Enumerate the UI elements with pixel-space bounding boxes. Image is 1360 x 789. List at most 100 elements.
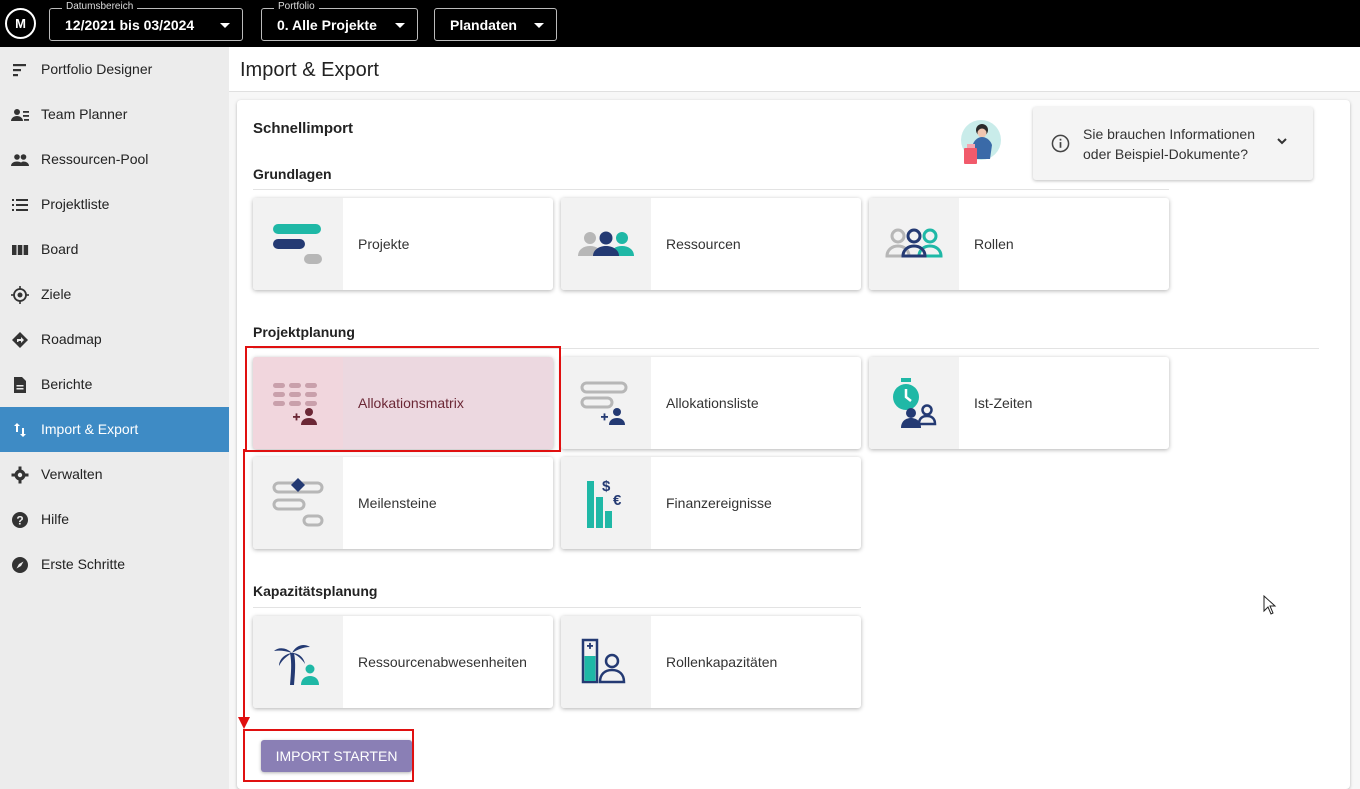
sidebar-item-label: Team Planner — [41, 106, 128, 122]
sidebar-item-berichte[interactable]: Berichte — [0, 362, 229, 407]
absence-icon — [274, 645, 319, 685]
chevron-down-icon — [395, 23, 405, 28]
sidebar-item-label: Import & Export — [41, 421, 139, 437]
import-tile-role-capacity[interactable]: Rollenkapazitäten — [561, 616, 861, 708]
sidebar-item-projektliste[interactable]: Projektliste — [0, 182, 229, 227]
tile-thumbnail — [253, 616, 343, 708]
date-range-value: 12/2021 bis 03/2024 — [65, 17, 195, 33]
document-icon — [14, 377, 26, 393]
info-icon — [1051, 134, 1070, 153]
page-header: Import & Export — [229, 47, 1360, 92]
sidebar-item-ressourcen-pool[interactable]: Ressourcen-Pool — [0, 137, 229, 182]
team-planner-icon — [11, 109, 29, 121]
sidebar-item-label: Erste Schritte — [41, 556, 126, 572]
sidebar-item-board[interactable]: Board — [0, 227, 229, 272]
portfolio-label: Portfolio — [274, 1, 319, 13]
sidebar-item-label: Ziele — [41, 286, 72, 302]
portfolio-dropdown[interactable]: Portfolio 0. Alle Projekte — [261, 1, 418, 41]
app-logo[interactable]: M — [5, 8, 36, 39]
compass-icon — [12, 557, 28, 573]
mouse-cursor-icon — [1263, 595, 1277, 615]
tile-thumbnail — [869, 198, 959, 290]
sidebar-item-ziele[interactable]: Ziele — [0, 272, 229, 317]
sidebar-item-portfolio-designer[interactable]: Portfolio Designer — [0, 47, 229, 92]
tile-thumbnail — [561, 198, 651, 290]
data-mode-value: Plandaten — [450, 17, 517, 33]
info-help-box[interactable]: Sie brauchen Informationen oder Beispiel… — [1033, 107, 1313, 180]
sidebar-item-team-planner[interactable]: Team Planner — [0, 92, 229, 137]
portfolio-designer-icon — [13, 64, 26, 77]
sidebar-item-label: Berichte — [41, 376, 93, 392]
projects-icon — [273, 224, 322, 264]
tile-thumbnail: $ € — [561, 457, 651, 549]
svg-text:$: $ — [602, 478, 611, 495]
tile-label: Allokationsliste — [666, 395, 759, 411]
help-icon: ? — [12, 512, 28, 528]
data-mode-dropdown[interactable]: Plandaten — [434, 8, 557, 41]
main-content: Import & Export Schnellimport Sie brauch… — [229, 47, 1360, 789]
sidebar-item-erste-schritte[interactable]: Erste Schritte — [0, 542, 229, 587]
resources-icon — [578, 231, 634, 256]
tile-thumbnail — [561, 616, 651, 708]
sidebar-item-import-export[interactable]: Import & Export — [0, 407, 229, 452]
date-range-label: Datumsbereich — [62, 1, 138, 13]
import-tile-milestones[interactable]: Meilensteine — [253, 457, 553, 549]
sidebar-item-label: Board — [41, 241, 79, 257]
annotation-arrow — [238, 449, 250, 729]
date-range-dropdown[interactable]: Datumsbereich 12/2021 bis 03/2024 — [49, 1, 243, 41]
tile-label: Finanzereignisse — [666, 495, 772, 511]
sidebar-item-label: Projektliste — [41, 196, 110, 212]
chevron-down-icon — [534, 23, 544, 28]
import-tile-actual-times[interactable]: Ist-Zeiten — [869, 357, 1169, 449]
divider — [253, 189, 1169, 190]
sidebar-item-label: Hilfe — [41, 511, 70, 527]
support-person-illustration — [961, 120, 1001, 164]
people-icon — [11, 154, 29, 166]
import-tile-absences[interactable]: Ressourcenabwesenheiten — [253, 616, 553, 708]
role-capacity-icon — [581, 638, 626, 684]
quick-import-title: Schnellimport — [253, 120, 354, 137]
tile-label: Ressourcenabwesenheiten — [358, 654, 527, 670]
info-text-line1: Sie brauchen Informationen — [1083, 126, 1255, 142]
svg-text:?: ? — [16, 514, 23, 528]
highlight-box-allocation-matrix — [245, 346, 561, 452]
svg-text:€: € — [613, 492, 622, 509]
roles-icon — [885, 228, 943, 258]
import-tile-resources[interactable]: Ressourcen — [561, 198, 861, 290]
page-title: Import & Export — [240, 59, 379, 81]
divider — [253, 607, 861, 608]
tile-label: Rollenkapazitäten — [666, 654, 778, 670]
section-title-capacity-planning: Kapazitätsplanung — [253, 583, 378, 599]
tile-label: Ist-Zeiten — [974, 395, 1033, 411]
roadmap-icon — [12, 332, 28, 348]
tile-thumbnail — [869, 357, 959, 449]
import-export-icon — [14, 423, 26, 437]
import-tile-projects[interactable]: Projekte — [253, 198, 553, 290]
sidebar-item-label: Verwalten — [41, 466, 103, 482]
import-tile-roles[interactable]: Rollen — [869, 198, 1169, 290]
tile-thumbnail — [561, 357, 651, 449]
tile-thumbnail — [253, 198, 343, 290]
tile-label: Projekte — [358, 236, 410, 252]
section-title-basics: Grundlagen — [253, 166, 332, 182]
sidebar-item-label: Ressourcen-Pool — [41, 151, 149, 167]
finance-events-icon: $ € — [587, 478, 622, 528]
info-text-line2: oder Beispiel-Dokumente? — [1083, 146, 1248, 162]
actual-times-icon — [893, 378, 937, 428]
sidebar-item-hilfe[interactable]: ? Hilfe — [0, 497, 229, 542]
sidebar-item-verwalten[interactable]: Verwalten — [0, 452, 229, 497]
tile-label: Rollen — [974, 236, 1014, 252]
import-tile-allocation-list[interactable]: Allokationsliste — [561, 357, 861, 449]
chevron-down-icon[interactable] — [1275, 134, 1289, 148]
top-bar: M Datumsbereich 12/2021 bis 03/2024 Port… — [0, 0, 1360, 47]
target-icon — [11, 286, 29, 304]
section-title-project-planning: Projektplanung — [253, 324, 355, 340]
info-text: Sie brauchen Informationen oder Beispiel… — [1083, 124, 1255, 164]
sidebar-item-label: Portfolio Designer — [41, 61, 153, 77]
sidebar-item-roadmap[interactable]: Roadmap — [0, 317, 229, 362]
chevron-down-icon — [220, 23, 230, 28]
board-icon — [12, 245, 29, 255]
sidebar: Portfolio Designer Team Planner Ressourc… — [0, 47, 229, 789]
import-tile-finance-events[interactable]: $ € Finanzereignisse — [561, 457, 861, 549]
portfolio-value: 0. Alle Projekte — [277, 17, 377, 33]
